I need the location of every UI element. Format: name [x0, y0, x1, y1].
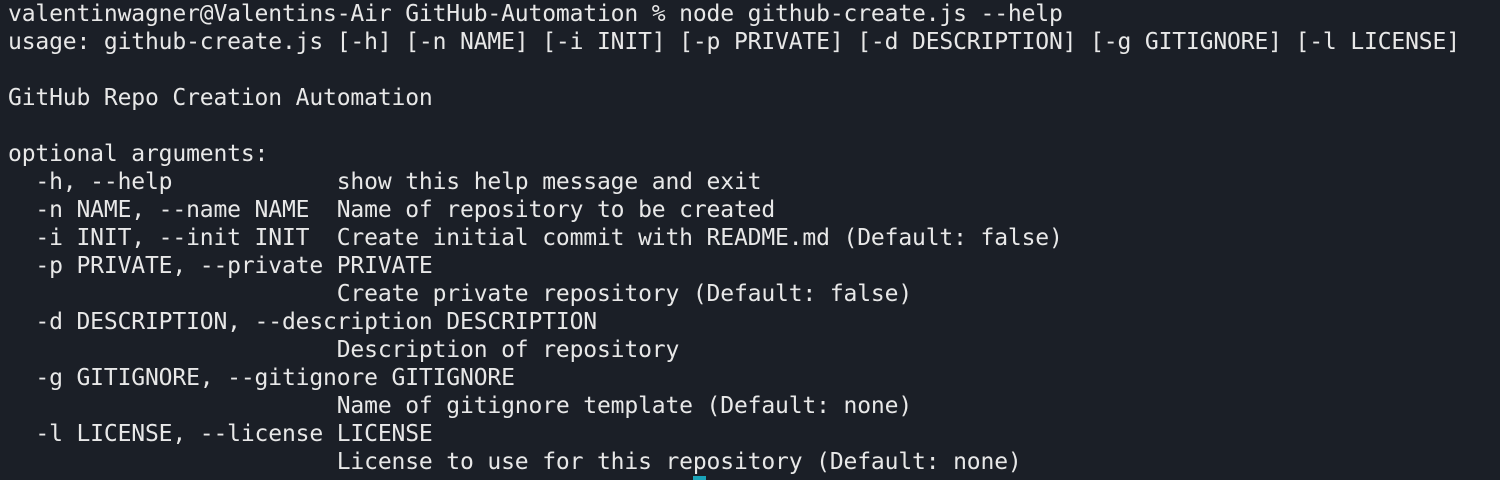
section-heading: optional arguments:	[8, 141, 269, 167]
usage-line: usage: github-create.js [-h] [-n NAME] […	[8, 29, 1460, 55]
terminal-window[interactable]: valentinwagner@Valentins-Air GitHub-Auto…	[0, 0, 1500, 480]
option-private-description: Create private repository (Default: fals…	[8, 281, 913, 307]
prompt-command-line: valentinwagner@Valentins-Air GitHub-Auto…	[8, 1, 1063, 27]
terminal-output: valentinwagner@Valentins-Air GitHub-Auto…	[8, 0, 1500, 476]
option-private: -p PRIVATE, --private PRIVATE	[8, 253, 433, 279]
option-description: -d DESCRIPTION, --description DESCRIPTIO…	[8, 309, 597, 335]
option-license: -l LICENSE, --license LICENSE	[8, 421, 433, 447]
option-help: -h, --help show this help message and ex…	[8, 169, 762, 195]
option-gitignore-description: Name of gitignore template (Default: non…	[8, 393, 913, 419]
text-cursor	[693, 476, 706, 480]
option-name: -n NAME, --name NAME Name of repository …	[8, 197, 776, 223]
option-init: -i INIT, --init INIT Create initial comm…	[8, 225, 1063, 251]
option-license-description: License to use for this repository (Defa…	[8, 449, 1022, 475]
option-gitignore: -g GITIGNORE, --gitignore GITIGNORE	[8, 365, 515, 391]
description-line: GitHub Repo Creation Automation	[8, 85, 433, 111]
option-description-description: Description of repository	[8, 337, 680, 363]
